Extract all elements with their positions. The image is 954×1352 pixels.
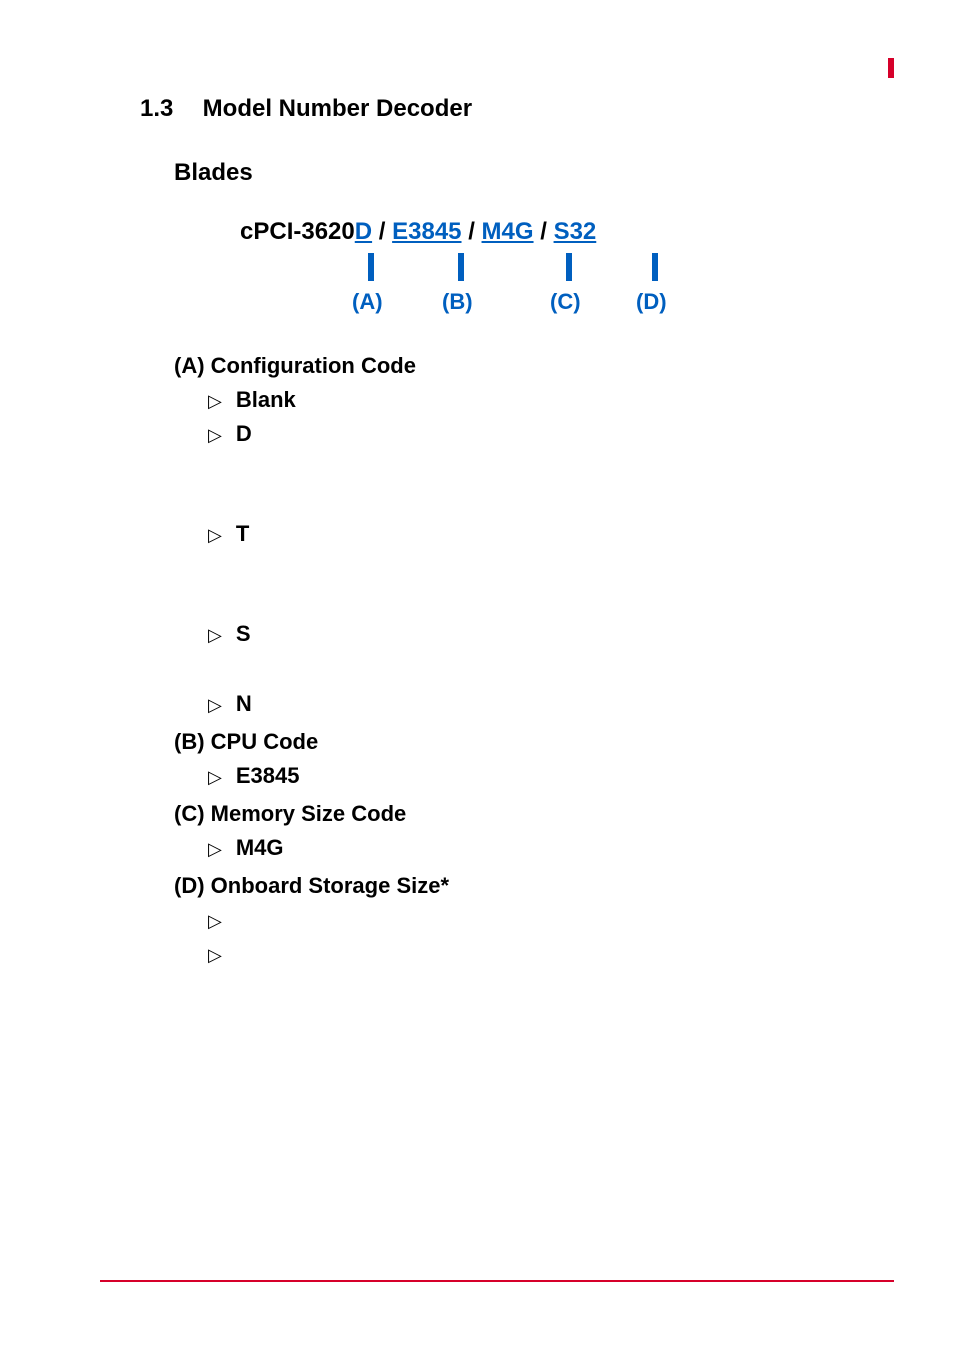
- bullet-icon: ▷: [208, 907, 222, 935]
- list-item: ▷: [208, 941, 844, 969]
- list-item: ▷ M4G: [208, 835, 844, 863]
- legend-row: (A) (B) (C) (D): [240, 253, 844, 323]
- legend-d: (D): [636, 287, 667, 318]
- item-text: D: [236, 421, 252, 447]
- heading-number: 1.3: [140, 95, 196, 123]
- list-item: ▷ N: [208, 691, 844, 719]
- bullet-icon: ▷: [208, 521, 222, 549]
- list-item: ▷ D: [208, 421, 844, 449]
- model-part-a: D: [355, 218, 372, 245]
- heading-title: Model Number Decoder: [203, 95, 472, 122]
- header-accent-bar: [888, 58, 894, 78]
- model-line: cPCI-3620D / E3845 / M4G / S32: [240, 215, 844, 249]
- tick-a: [368, 253, 374, 281]
- item-text: N: [236, 691, 252, 717]
- sep: /: [468, 218, 481, 245]
- section-d-label: (D) Onboard Storage Size*: [174, 873, 844, 899]
- list-item: ▷: [208, 907, 844, 935]
- bullet-icon: ▷: [208, 421, 222, 449]
- sep: /: [540, 218, 553, 245]
- bullet-icon: ▷: [208, 835, 222, 863]
- list-item: ▷ Blank: [208, 387, 844, 415]
- tick-c: [566, 253, 572, 281]
- item-text: S: [236, 621, 251, 647]
- tick-d: [652, 253, 658, 281]
- model-part-c: M4G: [482, 218, 534, 245]
- subheading-blades: Blades: [174, 159, 844, 187]
- section-heading: 1.3 Model Number Decoder: [140, 95, 844, 123]
- section-c-label: (C) Memory Size Code: [174, 801, 844, 827]
- page-content: 1.3 Model Number Decoder Blades cPCI-362…: [0, 0, 954, 969]
- item-text: T: [236, 521, 249, 547]
- section-b-label: (B) CPU Code: [174, 729, 844, 755]
- footer-rule: [100, 1280, 894, 1282]
- legend-b: (B): [442, 287, 473, 318]
- decoder-sections: (A) Configuration Code ▷ Blank ▷ D ▷ T ▷…: [174, 353, 844, 969]
- legend-c: (C): [550, 287, 581, 318]
- list-item: ▷ S: [208, 621, 844, 649]
- bullet-icon: ▷: [208, 387, 222, 415]
- model-part-d: S32: [554, 218, 597, 245]
- list-item: ▷ E3845: [208, 763, 844, 791]
- model-prefix: cPCI-3620: [240, 218, 355, 245]
- list-item: ▷ T: [208, 521, 844, 549]
- bullet-icon: ▷: [208, 763, 222, 791]
- bullet-icon: ▷: [208, 941, 222, 969]
- model-number-decoder: cPCI-3620D / E3845 / M4G / S32 (A) (B) (…: [240, 215, 844, 323]
- model-part-b: E3845: [392, 218, 461, 245]
- sep: /: [379, 218, 392, 245]
- bullet-icon: ▷: [208, 691, 222, 719]
- bullet-icon: ▷: [208, 621, 222, 649]
- item-text: M4G: [236, 835, 284, 861]
- tick-b: [458, 253, 464, 281]
- item-text: E3845: [236, 763, 300, 789]
- item-text: Blank: [236, 387, 296, 413]
- section-a-label: (A) Configuration Code: [174, 353, 844, 379]
- legend-a: (A): [352, 287, 383, 318]
